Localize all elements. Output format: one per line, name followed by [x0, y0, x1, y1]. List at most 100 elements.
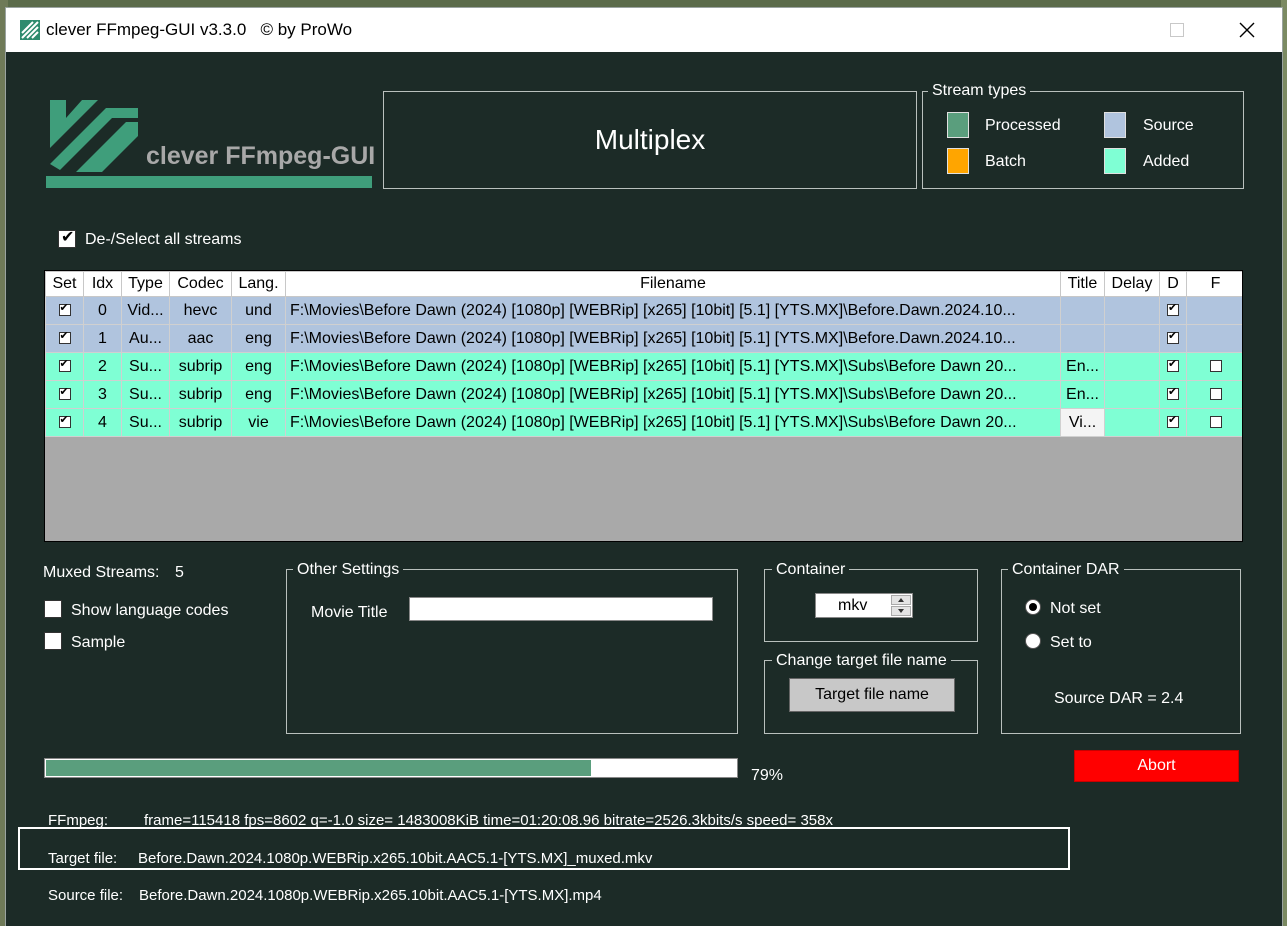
d-cell[interactable] — [1159, 296, 1187, 325]
target-file-name-button[interactable]: Target file name — [789, 678, 955, 712]
default-checkbox[interactable] — [1167, 413, 1179, 429]
lang-cell[interactable]: vie — [231, 408, 286, 437]
mode-panel: Multiplex — [383, 91, 917, 189]
set-cell[interactable] — [45, 352, 84, 381]
set-checkbox[interactable] — [58, 413, 71, 429]
app-logo: clever FFmpeg-GUI — [46, 92, 376, 192]
added-label: Added — [1143, 153, 1190, 170]
progress-bar — [44, 758, 738, 778]
lang-cell[interactable]: eng — [231, 380, 286, 409]
delay-cell[interactable] — [1104, 380, 1160, 409]
added-swatch — [1104, 148, 1126, 174]
default-checkbox[interactable] — [1167, 329, 1179, 345]
default-checkbox[interactable] — [1167, 357, 1179, 373]
default-checkbox[interactable] — [1167, 385, 1179, 401]
f-cell — [1186, 324, 1242, 353]
delay-cell[interactable] — [1104, 352, 1160, 381]
movie-title-input[interactable] — [409, 597, 713, 621]
d-cell[interactable] — [1159, 352, 1187, 381]
spin-up-button[interactable] — [891, 595, 911, 605]
table-row[interactable]: 2 Su... subrip eng F:\Movies\Before Dawn… — [45, 352, 1242, 381]
arrow-up-icon — [898, 598, 904, 602]
lang-cell[interactable]: eng — [231, 352, 286, 381]
delay-cell[interactable] — [1104, 296, 1160, 325]
stream-types-title: Stream types — [928, 82, 1031, 100]
spin-down-button[interactable] — [891, 606, 911, 616]
select-all-label: De-/Select all streams — [85, 231, 242, 248]
processed-swatch — [947, 112, 969, 138]
table-row[interactable]: 0 Vid... hevc und F:\Movies\Before Dawn … — [45, 296, 1242, 325]
table-header-row: Set Idx Type Codec Lang. Filename Title … — [45, 271, 1242, 297]
set-checkbox[interactable] — [58, 385, 71, 401]
set-checkbox[interactable] — [58, 357, 71, 373]
forced-checkbox[interactable] — [1209, 388, 1222, 401]
codec-cell: subrip — [169, 408, 232, 437]
forced-checkbox[interactable] — [1209, 360, 1222, 373]
f-cell[interactable] — [1186, 408, 1242, 437]
type-cell: Su... — [121, 352, 170, 381]
table-row[interactable]: 1 Au... aac eng F:\Movies\Before Dawn (2… — [45, 324, 1242, 353]
f-cell[interactable] — [1186, 352, 1242, 381]
column-header-codec[interactable]: Codec — [169, 271, 232, 297]
maximize-button[interactable] — [1142, 8, 1212, 52]
streams-table[interactable]: Set Idx Type Codec Lang. Filename Title … — [44, 270, 1243, 542]
dar-set-to-radio[interactable] — [1025, 633, 1041, 649]
source-file-value: Before.Dawn.2024.1080p.WEBRip.x265.10bit… — [139, 887, 602, 904]
container-spinbox[interactable]: mkv — [815, 593, 913, 618]
title-cell[interactable] — [1060, 324, 1105, 353]
container-value: mkv — [838, 597, 868, 614]
processed-label: Processed — [985, 117, 1061, 134]
set-cell[interactable] — [45, 380, 84, 409]
type-cell: Su... — [121, 408, 170, 437]
set-cell[interactable] — [45, 324, 84, 353]
title-cell[interactable] — [1060, 296, 1105, 325]
column-header-set[interactable]: Set — [45, 271, 84, 297]
table-row[interactable]: 4 Su... subrip vie F:\Movies\Before Dawn… — [45, 408, 1242, 437]
title-cell[interactable]: En... — [1060, 352, 1105, 381]
dar-set-to-label: Set to — [1050, 634, 1092, 651]
forced-checkbox[interactable] — [1209, 416, 1222, 429]
logo-text: clever FFmpeg-GUI — [146, 142, 376, 170]
column-header-delay[interactable]: Delay — [1104, 271, 1160, 297]
delay-cell[interactable] — [1104, 408, 1160, 437]
movie-title-label: Movie Title — [311, 604, 388, 621]
idx-cell: 1 — [83, 324, 122, 353]
column-header-f[interactable]: F — [1186, 271, 1242, 297]
delay-cell[interactable] — [1104, 324, 1160, 353]
title-cell[interactable]: En... — [1060, 380, 1105, 409]
stream-types-panel — [922, 91, 1244, 189]
table-row[interactable]: 3 Su... subrip eng F:\Movies\Before Dawn… — [45, 380, 1242, 409]
dar-not-set-label: Not set — [1050, 600, 1101, 617]
d-cell[interactable] — [1159, 380, 1187, 409]
app-icon — [20, 20, 40, 40]
show-language-codes-checkbox[interactable] — [44, 600, 62, 618]
column-header-filename[interactable]: Filename — [285, 271, 1061, 297]
close-button[interactable] — [1212, 8, 1282, 52]
select-all-checkbox[interactable]: ✔ — [58, 229, 76, 248]
abort-button[interactable]: Abort — [1074, 750, 1239, 782]
default-checkbox[interactable] — [1167, 301, 1179, 317]
idx-cell: 0 — [83, 296, 122, 325]
sample-checkbox[interactable] — [44, 632, 62, 650]
codec-cell: aac — [169, 324, 232, 353]
f-cell[interactable] — [1186, 380, 1242, 409]
set-cell[interactable] — [45, 408, 84, 437]
d-cell[interactable] — [1159, 324, 1187, 353]
app-window: clever FFmpeg-GUI v3.3.0 © by ProWo clev… — [6, 8, 1282, 926]
title-cell-editing[interactable]: Vi... — [1060, 408, 1105, 437]
column-header-title[interactable]: Title — [1060, 271, 1105, 297]
lang-cell[interactable]: und — [231, 296, 286, 325]
dar-not-set-radio[interactable] — [1025, 599, 1041, 615]
lang-cell[interactable]: eng — [231, 324, 286, 353]
column-header-lang[interactable]: Lang. — [231, 271, 286, 297]
set-checkbox[interactable] — [58, 329, 71, 345]
set-checkbox[interactable] — [58, 301, 71, 317]
column-header-type[interactable]: Type — [121, 271, 170, 297]
other-settings-panel — [286, 569, 738, 734]
column-header-idx[interactable]: Idx — [83, 271, 122, 297]
filename-cell: F:\Movies\Before Dawn (2024) [1080p] [WE… — [285, 380, 1061, 409]
column-header-d[interactable]: D — [1159, 271, 1187, 297]
set-cell[interactable] — [45, 296, 84, 325]
d-cell[interactable] — [1159, 408, 1187, 437]
minimize-button[interactable] — [1072, 8, 1142, 52]
